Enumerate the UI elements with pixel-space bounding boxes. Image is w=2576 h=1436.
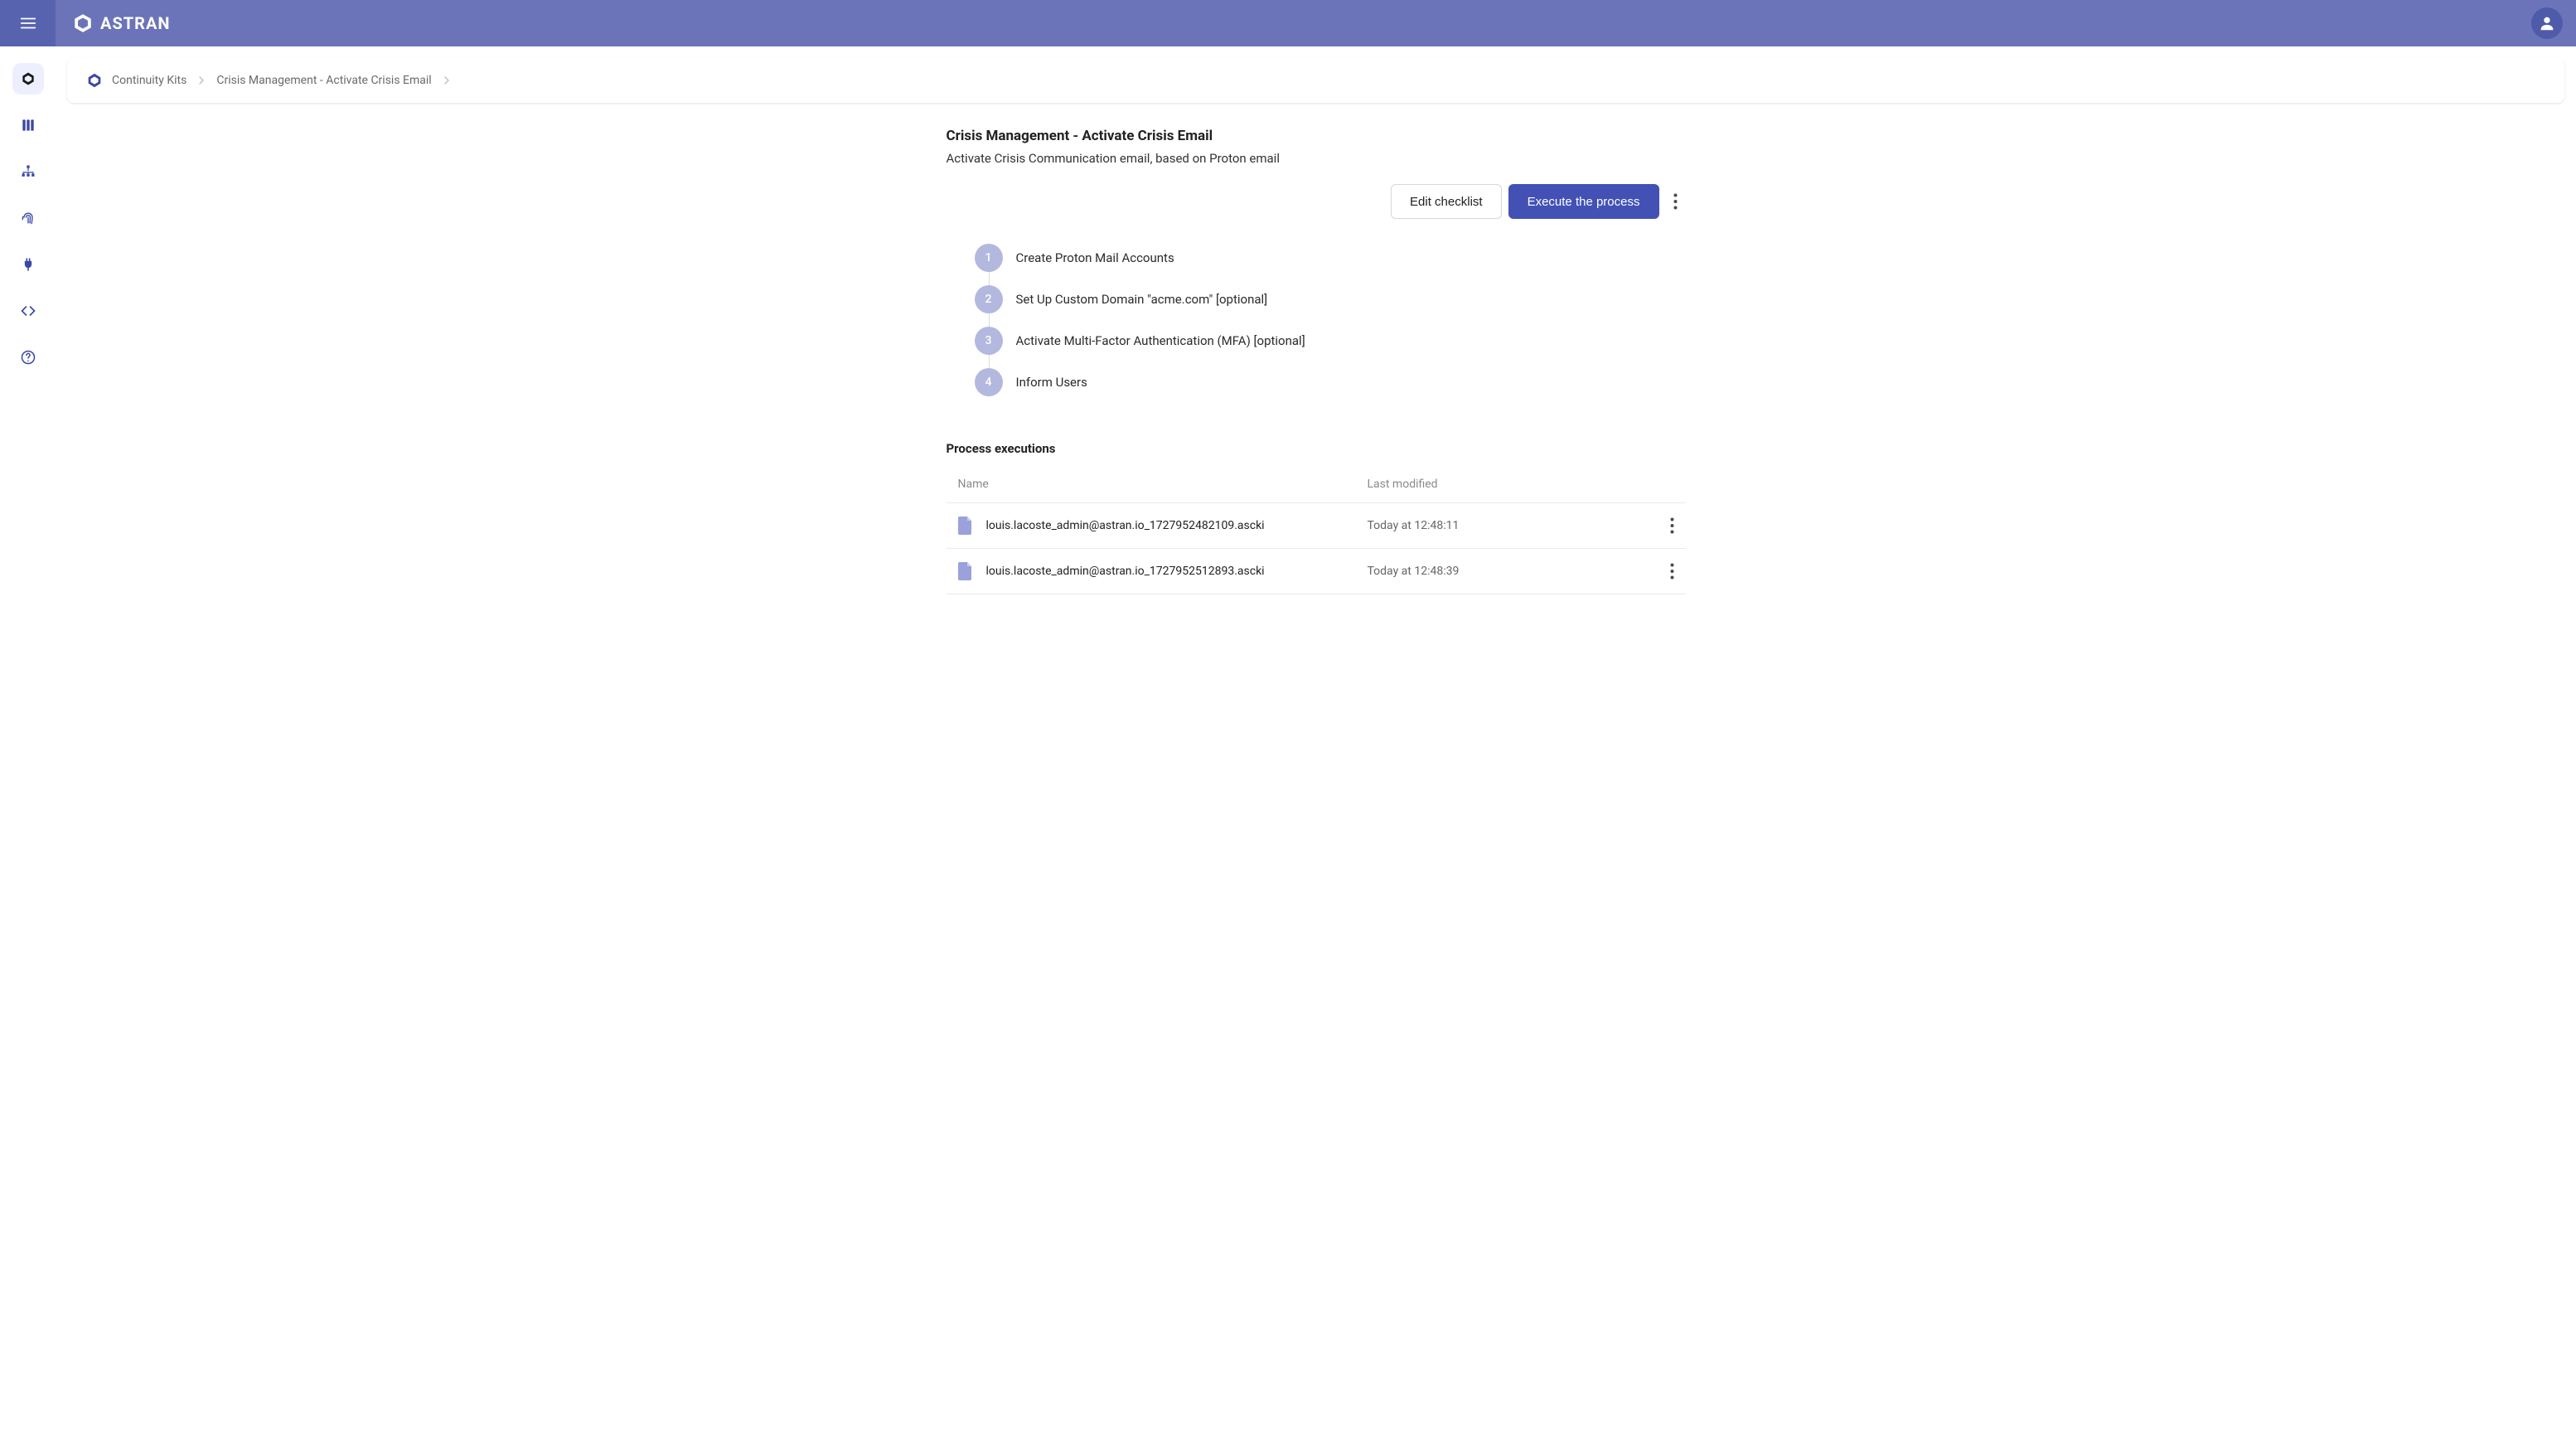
checklist-step[interactable]: 1 Create Proton Mail Accounts <box>975 244 1686 285</box>
nav-help[interactable] <box>12 342 44 373</box>
execution-name: louis.lacoste_admin@astran.io_1727952512… <box>986 565 1265 578</box>
step-label: Create Proton Mail Accounts <box>1016 250 1174 265</box>
user-avatar[interactable] <box>2531 7 2563 39</box>
nav-library[interactable] <box>12 109 44 141</box>
breadcrumb-root-icon <box>85 71 104 90</box>
person-icon <box>2538 14 2556 32</box>
execution-name: louis.lacoste_admin@astran.io_1727952482… <box>986 519 1265 532</box>
step-label: Activate Multi-Factor Authentication (MF… <box>1016 333 1305 348</box>
chevron-right-icon <box>195 74 208 87</box>
execute-process-button[interactable]: Execute the process <box>1508 184 1659 219</box>
step-number: 1 <box>975 244 1003 272</box>
row-more-button[interactable] <box>1633 563 1674 580</box>
page-subtitle: Activate Crisis Communication email, bas… <box>947 151 1686 166</box>
chevron-right-icon <box>440 74 453 87</box>
step-number: 4 <box>975 368 1003 396</box>
hamburger-icon <box>19 14 37 32</box>
nav-continuity-kits[interactable] <box>12 63 44 95</box>
nav-developers[interactable] <box>12 295 44 327</box>
hexagon-icon <box>20 70 36 87</box>
file-icon <box>958 517 973 535</box>
checklist-steps: 1 Create Proton Mail Accounts 2 Set Up C… <box>975 244 1686 396</box>
books-icon <box>20 117 36 133</box>
execution-modified: Today at 12:48:11 <box>1368 519 1633 532</box>
logo-mark-icon <box>72 12 94 34</box>
step-number: 2 <box>975 285 1003 313</box>
app-header: ASTRAN <box>0 0 2576 46</box>
page-actions: Edit checklist Execute the process <box>947 184 1686 219</box>
col-modified: Last modified <box>1368 478 1633 491</box>
brand-name: ASTRAN <box>100 13 171 33</box>
execution-modified: Today at 12:48:39 <box>1368 565 1633 578</box>
table-header: Name Last modified <box>947 466 1686 503</box>
main-content: Continuity Kits Crisis Management - Acti… <box>56 46 2576 1436</box>
more-vert-icon <box>1670 517 1674 534</box>
checklist-step[interactable]: 2 Set Up Custom Domain "acme.com" [optio… <box>975 285 1686 327</box>
breadcrumb-link-root[interactable]: Continuity Kits <box>112 74 186 87</box>
breadcrumb-link-current[interactable]: Crisis Management - Activate Crisis Emai… <box>216 74 431 87</box>
more-vert-icon <box>1670 563 1674 580</box>
page-title: Crisis Management - Activate Crisis Emai… <box>947 128 1686 144</box>
col-name: Name <box>958 478 1368 491</box>
table-row[interactable]: louis.lacoste_admin@astran.io_1727952512… <box>947 549 1686 594</box>
nav-org[interactable] <box>12 156 44 187</box>
help-icon <box>20 349 36 366</box>
step-label: Inform Users <box>1016 375 1087 390</box>
row-more-button[interactable] <box>1633 517 1674 534</box>
step-number: 3 <box>975 327 1003 355</box>
table-row[interactable]: louis.lacoste_admin@astran.io_1727952482… <box>947 503 1686 549</box>
nav-security[interactable] <box>12 202 44 234</box>
edit-checklist-button[interactable]: Edit checklist <box>1391 184 1502 219</box>
executions-table: Name Last modified louis.lacoste_admin@a… <box>947 466 1686 594</box>
side-navigation <box>0 46 56 1436</box>
file-icon <box>958 562 973 580</box>
checklist-step[interactable]: 3 Activate Multi-Factor Authentication (… <box>975 327 1686 368</box>
more-vert-icon <box>1673 193 1678 210</box>
breadcrumb: Continuity Kits Crisis Management - Acti… <box>67 58 2564 103</box>
step-label: Set Up Custom Domain "acme.com" [optiona… <box>1016 292 1268 307</box>
code-icon <box>20 303 36 319</box>
checklist-step[interactable]: 4 Inform Users <box>975 368 1686 396</box>
org-chart-icon <box>20 163 36 180</box>
fingerprint-icon <box>20 210 36 226</box>
page-more-button[interactable] <box>1666 184 1686 219</box>
plug-icon <box>20 256 36 273</box>
brand-logo[interactable]: ASTRAN <box>72 12 171 34</box>
nav-integrations[interactable] <box>12 249 44 280</box>
executions-heading: Process executions <box>947 441 1686 456</box>
hamburger-button[interactable] <box>0 0 56 46</box>
